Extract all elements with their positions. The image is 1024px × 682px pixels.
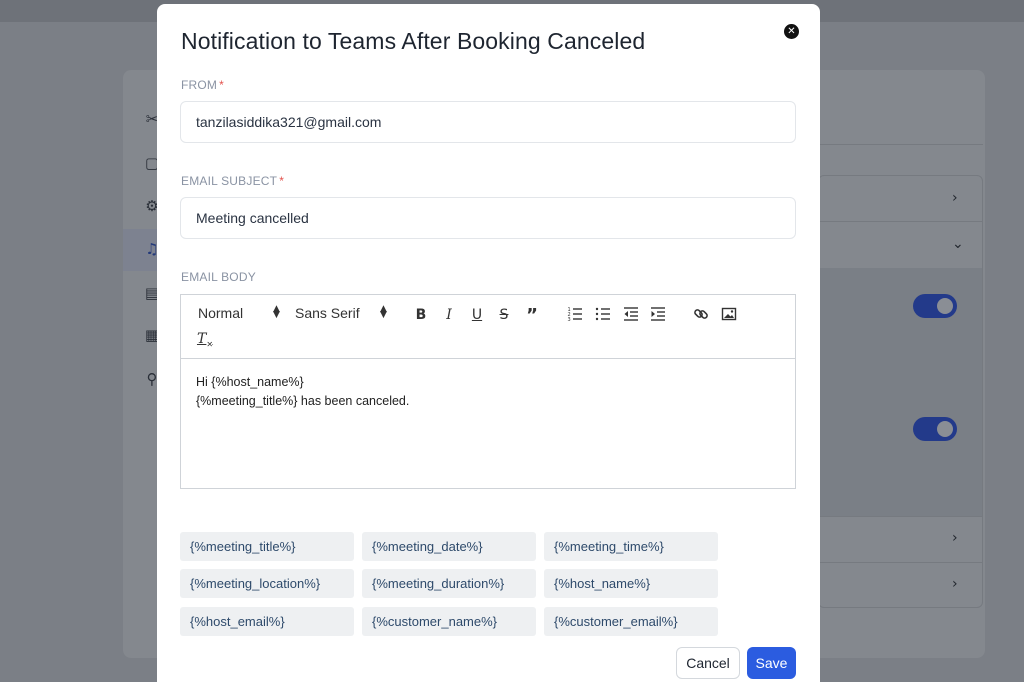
background-expanded-panel bbox=[819, 268, 982, 516]
bullet-list-icon[interactable] bbox=[594, 306, 612, 324]
tag-meeting-location[interactable]: {%meeting_location%} bbox=[180, 569, 354, 598]
cancel-button[interactable]: Cancel bbox=[676, 647, 740, 679]
email-subject-label: EMAIL SUBJECT * bbox=[181, 174, 284, 188]
save-button[interactable]: Save bbox=[747, 647, 796, 679]
italic-button[interactable]: I bbox=[440, 306, 458, 324]
modal-title: Notification to Teams After Booking Canc… bbox=[181, 28, 646, 54]
clear-formatting-label: T bbox=[196, 331, 207, 347]
email-subject-label-text: EMAIL SUBJECT bbox=[181, 174, 278, 188]
outdent-icon[interactable] bbox=[622, 306, 640, 324]
from-label-text: FROM bbox=[181, 78, 218, 92]
font-select[interactable]: Sans Serif bbox=[295, 305, 360, 321]
editor-line: Hi {%host_name%} bbox=[196, 375, 304, 389]
from-email-input[interactable] bbox=[180, 101, 796, 143]
email-body-editor: Normal ▲▼ Sans Serif ▲▼ B I U S ” 123 bbox=[180, 294, 796, 489]
heading-select[interactable]: Normal bbox=[198, 305, 243, 321]
clear-x-icon: ✕ bbox=[206, 339, 214, 349]
clear-formatting-button[interactable]: T✕ bbox=[196, 330, 214, 349]
from-label: FROM * bbox=[181, 78, 224, 92]
notification-modal: Notification to Teams After Booking Canc… bbox=[157, 4, 820, 682]
tag-meeting-title[interactable]: {%meeting_title%} bbox=[180, 532, 354, 561]
background-row-divider bbox=[818, 516, 983, 517]
editor-line: {%meeting_title%} has been canceled. bbox=[196, 394, 410, 408]
image-icon[interactable] bbox=[720, 306, 738, 324]
ordered-list-icon[interactable]: 123 bbox=[566, 306, 584, 324]
editor-content[interactable]: Hi {%host_name%} {%meeting_title%} has b… bbox=[181, 359, 795, 425]
chevron-right-icon: › bbox=[952, 190, 958, 206]
background-divider bbox=[818, 144, 983, 145]
underline-button[interactable]: U bbox=[468, 306, 486, 324]
required-mark: * bbox=[279, 174, 285, 188]
blockquote-button[interactable]: ” bbox=[523, 307, 541, 325]
font-select-arrows-icon: ▲ ▼ bbox=[380, 304, 387, 320]
strikethrough-button[interactable]: S bbox=[495, 306, 513, 324]
bold-button[interactable]: B bbox=[412, 306, 430, 324]
background-toggle bbox=[913, 294, 957, 318]
tag-meeting-time[interactable]: {%meeting_time%} bbox=[544, 532, 718, 561]
svg-text:3: 3 bbox=[568, 317, 571, 322]
chevron-down-icon: ⌄ bbox=[952, 236, 964, 252]
background-toggle bbox=[913, 417, 957, 441]
background-row-divider bbox=[818, 221, 983, 222]
chevron-right-icon: › bbox=[952, 530, 958, 546]
tag-customer-name[interactable]: {%customer_name%} bbox=[362, 607, 536, 636]
heading-select-arrows-icon: ▲ ▼ bbox=[273, 304, 280, 320]
required-mark: * bbox=[219, 78, 225, 92]
email-body-label: EMAIL BODY bbox=[181, 270, 256, 284]
tag-host-email[interactable]: {%host_email%} bbox=[180, 607, 354, 636]
tag-meeting-date[interactable]: {%meeting_date%} bbox=[362, 532, 536, 561]
editor-toolbar: Normal ▲▼ Sans Serif ▲▼ B I U S ” 123 bbox=[181, 295, 795, 359]
close-icon[interactable]: ✕ bbox=[784, 24, 799, 39]
background-row-divider bbox=[818, 562, 983, 563]
tag-meeting-duration[interactable]: {%meeting_duration%} bbox=[362, 569, 536, 598]
tag-customer-email[interactable]: {%customer_email%} bbox=[544, 607, 718, 636]
tag-host-name[interactable]: {%host_name%} bbox=[544, 569, 718, 598]
indent-icon[interactable] bbox=[649, 306, 667, 324]
email-subject-input[interactable] bbox=[180, 197, 796, 239]
chevron-right-icon: › bbox=[952, 576, 958, 592]
link-icon[interactable] bbox=[692, 306, 710, 324]
